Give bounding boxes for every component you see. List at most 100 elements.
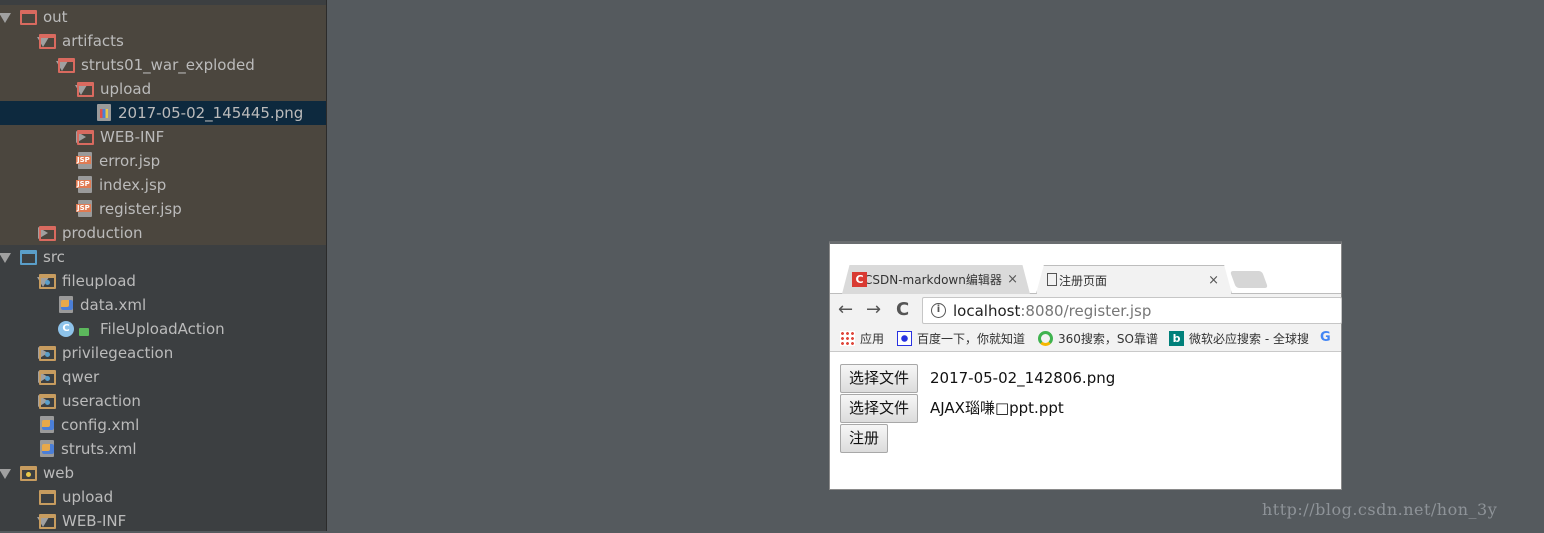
jsp-file-icon	[76, 176, 92, 193]
bookmark-baidu[interactable]: 百度一下，你就知道	[897, 330, 1025, 347]
tree-item-label: data.xml	[80, 296, 147, 314]
tree-item-label: struts01_war_exploded	[81, 56, 255, 74]
bookmarks-bar: 应用 百度一下，你就知道 360搜索，SO靠谱 b 微软必应搜索 - 全球搜 G	[830, 326, 1341, 352]
tree-item[interactable]: upload	[0, 485, 326, 509]
tree-item[interactable]: 2017-05-02_145445.png	[0, 101, 326, 125]
tree-item[interactable]: fileupload	[0, 269, 326, 293]
folder-excluded-icon	[58, 58, 75, 73]
tab-register-page[interactable]: 注册页面 ×	[1036, 265, 1232, 294]
folder-excluded-icon	[39, 34, 56, 49]
folder-web-icon	[20, 466, 37, 481]
jsp-file-icon	[76, 152, 92, 169]
tree-item-label: FileUploadAction	[100, 320, 225, 338]
baidu-paw-icon	[897, 331, 912, 346]
tree-item-label: WEB-INF	[62, 512, 127, 530]
url-host: localhost	[953, 301, 1021, 320]
expand-arrow-open-icon[interactable]	[0, 253, 11, 263]
page-icon	[1047, 273, 1057, 286]
folder-icon	[39, 490, 56, 505]
bookmark-bing[interactable]: b 微软必应搜索 - 全球搜	[1169, 330, 1309, 347]
selected-file-2: AJAX瑙嗛□ppt.ppt	[930, 399, 1064, 417]
tree-item[interactable]: C FileUploadAction	[0, 317, 326, 341]
reload-button[interactable]: C	[896, 299, 909, 320]
tree-item-label: privilegeaction	[62, 344, 174, 362]
tree-item[interactable]: struts01_war_exploded	[0, 53, 326, 77]
tree-item-label: artifacts	[62, 32, 124, 50]
bookmark-label: 微软必应搜索 - 全球搜	[1189, 332, 1309, 346]
folder-excluded-icon	[39, 226, 56, 241]
folder-excluded-icon	[20, 10, 37, 25]
bookmark-apps[interactable]: 应用	[840, 330, 884, 347]
bookmark-label: 百度一下，你就知道	[917, 332, 1026, 346]
url-path: :8080/register.jsp	[1020, 301, 1152, 320]
class-icon: C	[58, 321, 74, 337]
expand-arrow-open-icon[interactable]	[0, 13, 11, 23]
bookmark-label: 应用	[860, 332, 885, 346]
choose-file-button-2[interactable]: 选择文件	[840, 394, 919, 423]
tree-item[interactable]: useraction	[0, 389, 326, 413]
bookmark-360[interactable]: 360搜索，SO靠谱	[1038, 330, 1158, 347]
watermark: http://blog.csdn.net/hon_3y	[1262, 500, 1498, 519]
choose-file-button-1[interactable]: 选择文件	[840, 364, 919, 393]
image-file-icon	[97, 104, 111, 121]
tree-item[interactable]: WEB-INF	[0, 125, 326, 149]
back-button[interactable]: ←	[838, 299, 853, 320]
tree-item[interactable]: error.jsp	[0, 149, 326, 173]
info-icon[interactable]: i	[931, 303, 946, 318]
tree-item-label: upload	[62, 488, 114, 506]
tree-item[interactable]: struts.xml	[0, 437, 326, 461]
tree-item[interactable]: upload	[0, 77, 326, 101]
tree-item-label: register.jsp	[99, 200, 182, 218]
xml-file-icon	[40, 440, 54, 457]
tree-item[interactable]: out	[0, 5, 326, 29]
apps-grid-icon	[840, 331, 855, 346]
folder-source-icon	[20, 250, 37, 265]
tree-item[interactable]: data.xml	[0, 293, 326, 317]
bing-icon: b	[1169, 331, 1184, 346]
tree-item-label: useraction	[62, 392, 141, 410]
tree-item[interactable]: config.xml	[0, 413, 326, 437]
forward-button[interactable]: →	[866, 299, 881, 320]
jsp-file-icon	[76, 200, 92, 217]
tree-item[interactable]: privilegeaction	[0, 341, 326, 365]
tree-item-label: out	[43, 8, 68, 26]
package-icon	[39, 394, 56, 409]
selected-file-1: 2017-05-02_142806.png	[930, 369, 1116, 387]
xml-file-icon	[59, 296, 73, 313]
tree-item-label: fileupload	[62, 272, 136, 290]
tree-item[interactable]: index.jsp	[0, 173, 326, 197]
new-tab-button[interactable]	[1229, 271, 1269, 288]
tree-item[interactable]: web	[0, 461, 326, 485]
expand-arrow-open-icon[interactable]	[0, 469, 11, 479]
tree-item-label: upload	[100, 80, 152, 98]
tree-item[interactable]: WEB-INF	[0, 509, 326, 533]
package-icon	[39, 370, 56, 385]
google-icon: G	[1320, 330, 1331, 345]
package-icon	[39, 346, 56, 361]
public-lock-icon	[79, 328, 89, 336]
tree-item[interactable]: qwer	[0, 365, 326, 389]
tree-item-label: qwer	[62, 368, 100, 386]
tree-item-label: production	[62, 224, 143, 242]
tree-item-label: error.jsp	[99, 152, 161, 170]
tab-csdn-editor[interactable]: C CSDN-markdown编辑器 ×	[842, 265, 1030, 294]
register-submit-button[interactable]: 注册	[840, 424, 889, 453]
browser-toolbar: ← → C i localhost:8080/register.jsp	[830, 294, 1342, 326]
bookmark-google[interactable]: G	[1320, 330, 1340, 345]
tab-title: 注册页面	[1059, 273, 1108, 288]
project-tree-panel: out artifacts struts01_war_explodedupload 2…	[0, 0, 327, 531]
tree-item-label: WEB-INF	[100, 128, 165, 146]
tree-item[interactable]: production	[0, 221, 326, 245]
csdn-favicon-icon: C	[852, 272, 867, 287]
tab-close-icon[interactable]: ×	[1208, 273, 1219, 288]
tree-item-label: struts.xml	[61, 440, 137, 458]
address-bar[interactable]: i localhost:8080/register.jsp	[922, 297, 1342, 324]
tree-item[interactable]: register.jsp	[0, 197, 326, 221]
tab-bar: C CSDN-markdown编辑器 × 注册页面 ×	[830, 244, 1341, 294]
tab-close-icon[interactable]: ×	[1007, 272, 1018, 287]
folder-excluded-icon	[77, 82, 94, 97]
360-search-icon	[1038, 331, 1053, 346]
tree-item[interactable]: artifacts	[0, 29, 326, 53]
tab-title: CSDN-markdown编辑器	[864, 273, 1002, 287]
tree-item[interactable]: src	[0, 245, 326, 269]
